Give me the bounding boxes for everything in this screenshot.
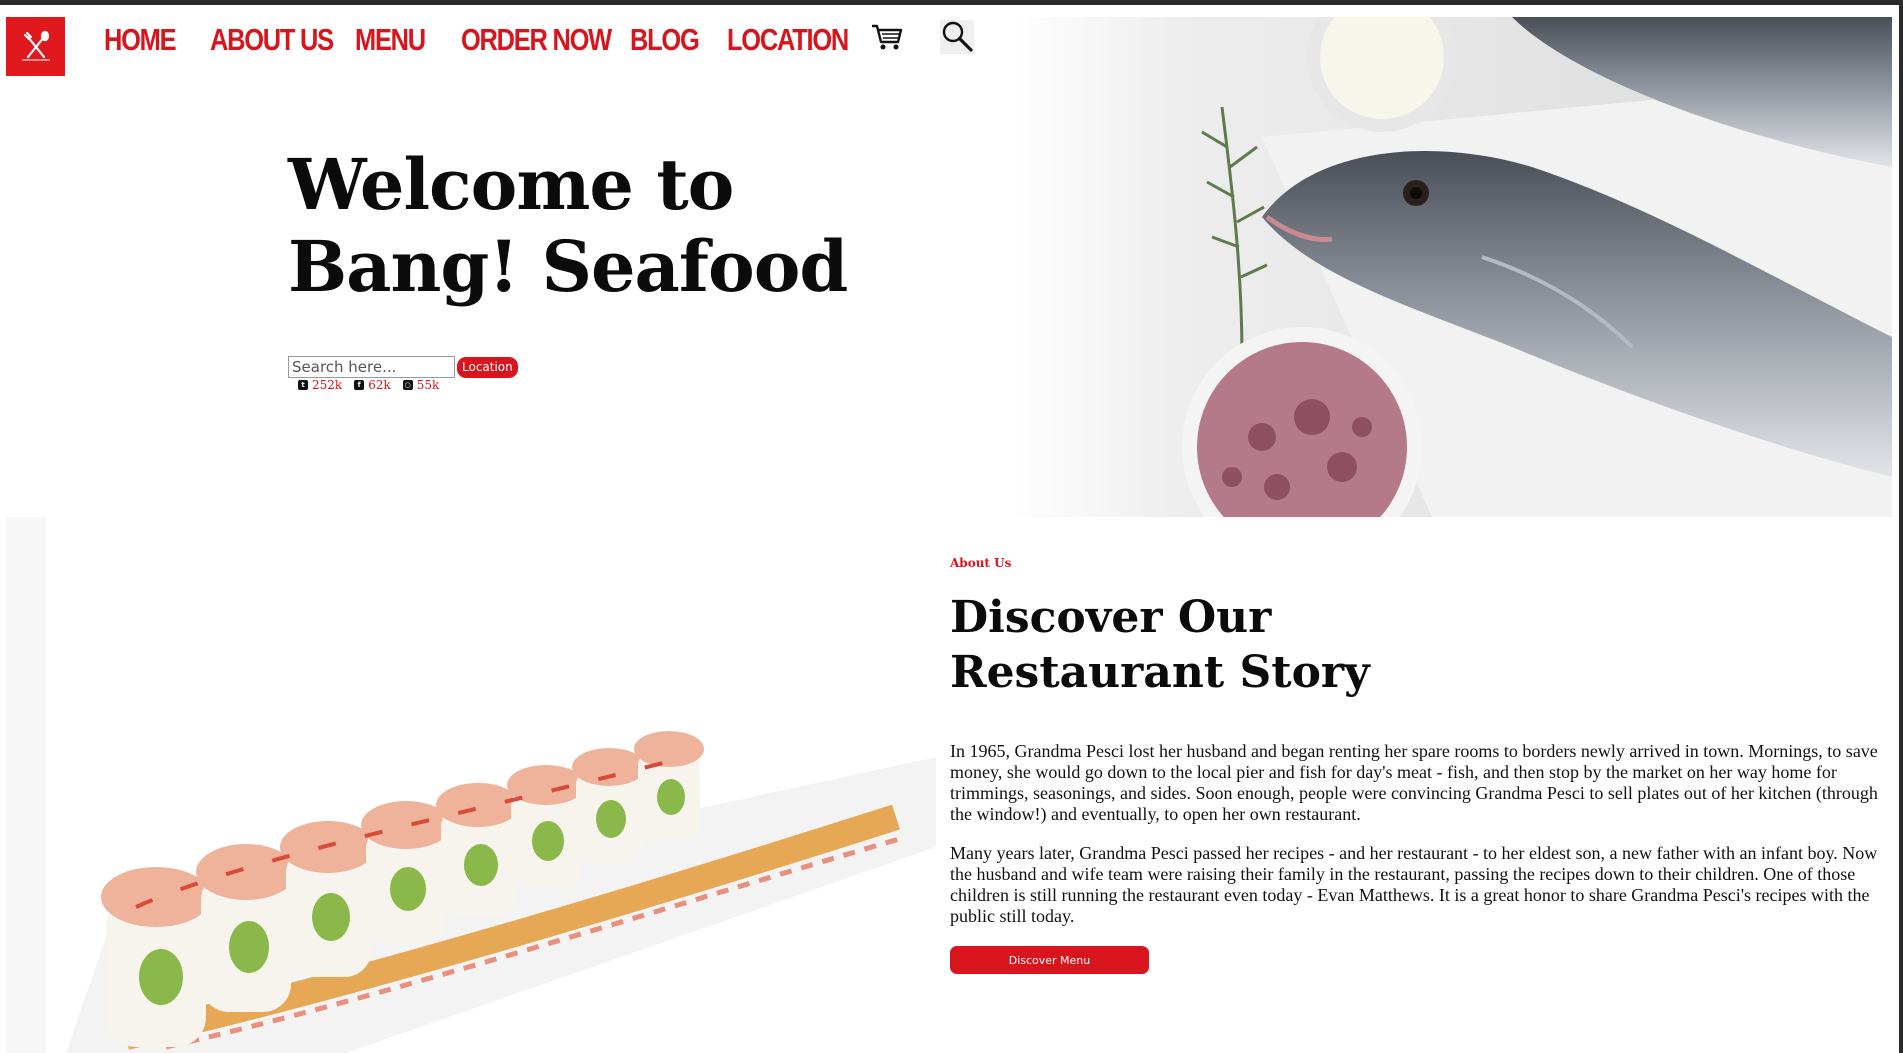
scrollbar[interactable] bbox=[1899, 0, 1903, 1053]
facebook-icon: f bbox=[354, 380, 365, 390]
twitter-icon: t bbox=[298, 380, 308, 390]
social-facebook[interactable]: f 62k bbox=[354, 378, 391, 392]
about-title-line2: Restaurant Story bbox=[950, 647, 1370, 698]
about-label: About Us bbox=[950, 556, 1012, 570]
hero-search: Location bbox=[288, 356, 518, 378]
facebook-count: 62k bbox=[368, 378, 391, 392]
hero-title-line1: Welcome to bbox=[288, 143, 734, 226]
sushi-roll-image bbox=[46, 517, 936, 1053]
instagram-icon: ○ bbox=[402, 380, 413, 390]
twitter-count: 252k bbox=[312, 378, 343, 392]
window-top-border bbox=[0, 0, 1903, 5]
utensils-icon bbox=[21, 30, 50, 60]
hero-title: Welcome to Bang! Seafood bbox=[288, 144, 908, 308]
nav-blog[interactable]: BLOG bbox=[630, 22, 700, 58]
hero-fish-image bbox=[1012, 17, 1892, 517]
social-counts: t 252k f 62k ○ 55k bbox=[298, 378, 439, 392]
location-button[interactable]: Location bbox=[457, 356, 518, 378]
nav-location[interactable]: LOCATION bbox=[727, 22, 849, 58]
social-twitter[interactable]: t 252k bbox=[298, 378, 342, 392]
instagram-count: 55k bbox=[416, 378, 440, 392]
nav-about-us[interactable]: ABOUT US bbox=[210, 22, 334, 58]
about-paragraph-2: Many years later, Grandma Pesci passed h… bbox=[950, 843, 1878, 926]
about-title-line1: Discover Our bbox=[950, 592, 1272, 643]
discover-menu-button[interactable]: Discover Menu bbox=[950, 946, 1149, 974]
search-icon[interactable] bbox=[940, 20, 974, 54]
cart-icon[interactable] bbox=[870, 22, 904, 56]
nav-menu[interactable]: MENU bbox=[355, 22, 426, 58]
about-paragraph-1: In 1965, Grandma Pesci lost her husband … bbox=[950, 741, 1878, 824]
site-logo[interactable] bbox=[6, 17, 65, 76]
search-input[interactable] bbox=[288, 356, 455, 378]
social-instagram[interactable]: ○ 55k bbox=[402, 378, 440, 392]
hero-title-line2: Bang! Seafood bbox=[288, 225, 848, 308]
nav-order-now[interactable]: ORDER NOW bbox=[461, 22, 612, 58]
nav-home[interactable]: HOME bbox=[104, 22, 177, 58]
about-title: Discover Our Restaurant Story bbox=[950, 590, 1650, 700]
